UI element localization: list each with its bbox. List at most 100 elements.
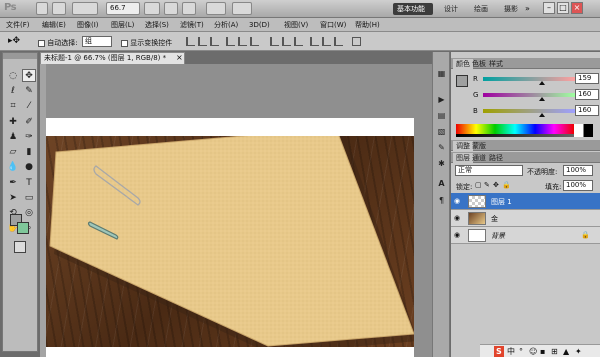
menu-file[interactable]: 文件(F) — [6, 20, 30, 30]
marquee-tool-icon[interactable]: ◌ — [6, 69, 20, 82]
arrange-documents-button[interactable] — [206, 2, 226, 15]
auto-select-check-icon[interactable] — [38, 39, 45, 47]
quick-select-tool-icon[interactable]: ✎ — [22, 84, 36, 97]
blue-track[interactable] — [483, 109, 575, 113]
align-vcenter-icon[interactable] — [198, 37, 207, 46]
character-panel-icon[interactable]: A — [436, 178, 447, 189]
minibridge-button[interactable] — [52, 2, 66, 15]
healing-brush-tool-icon[interactable]: ✚ — [6, 115, 20, 128]
ime-mode-icon[interactable]: 中 — [507, 346, 515, 357]
visibility-eye-icon[interactable]: ◉ — [454, 214, 462, 222]
punctuation-icon[interactable]: ° — [519, 346, 523, 357]
menu-layer[interactable]: 图层(L) — [111, 20, 134, 30]
rotate-view-button[interactable] — [182, 2, 196, 15]
distribute-bottom-icon[interactable] — [294, 37, 303, 46]
tray-up-icon[interactable]: ▲ — [563, 346, 569, 357]
menu-select[interactable]: 选择(S) — [145, 20, 169, 30]
auto-select-target-select[interactable]: 组 — [82, 36, 112, 47]
paragraph-panel-icon[interactable]: ¶ — [436, 195, 447, 206]
tab-styles[interactable]: 样式 — [486, 59, 506, 69]
brush-tool-icon[interactable]: ✐ — [22, 115, 36, 128]
pen-tool-icon[interactable]: ✒ — [6, 176, 20, 189]
maximize-button[interactable]: □ — [557, 2, 569, 14]
workspace-design[interactable]: 设计 — [440, 3, 462, 15]
align-bottom-icon[interactable] — [210, 37, 219, 46]
distribute-right-icon[interactable] — [334, 37, 343, 46]
quick-mask-icon[interactable] — [14, 241, 26, 253]
eyedropper-tool-icon[interactable]: ⁄ — [22, 99, 36, 112]
visibility-eye-icon[interactable]: ◉ — [454, 197, 462, 205]
align-hcenter-icon[interactable] — [238, 37, 247, 46]
gradient-tool-icon[interactable]: ▮ — [22, 145, 36, 158]
brushes-panel-icon[interactable]: ✎ — [436, 142, 447, 153]
red-value-field[interactable]: 159 — [575, 73, 599, 84]
distribute-hcenter-icon[interactable] — [322, 37, 331, 46]
show-transform-check-icon[interactable] — [121, 39, 128, 47]
visibility-eye-icon[interactable]: ◉ — [454, 231, 462, 239]
fill-field[interactable]: 100% — [563, 180, 593, 191]
red-knob[interactable] — [539, 81, 545, 85]
red-track[interactable] — [483, 77, 575, 81]
shape-tool-icon[interactable]: ▭ — [22, 191, 36, 204]
move-tool-icon[interactable]: ✥ — [22, 69, 36, 82]
layer-row[interactable]: ◉ 金 — [451, 210, 600, 227]
workspace-more-icon[interactable]: » — [525, 4, 530, 13]
layer-name[interactable]: 图层 1 — [491, 197, 512, 207]
opacity-field[interactable]: 100% — [563, 165, 593, 176]
lasso-tool-icon[interactable]: ℓ — [6, 84, 20, 97]
green-track[interactable] — [483, 93, 575, 97]
view-extras-button[interactable] — [72, 2, 98, 15]
lock-transparency-icon[interactable]: ▢ — [475, 181, 482, 189]
zoom-level-select[interactable]: 66.7 — [106, 2, 140, 15]
black-white-ramp[interactable] — [574, 124, 593, 137]
menu-3d[interactable]: 3D(D) — [249, 20, 270, 30]
lock-all-icon[interactable]: 🔒 — [502, 181, 511, 189]
distribute-top-icon[interactable] — [270, 37, 279, 46]
color-spectrum-shade[interactable] — [456, 134, 574, 137]
grid-icon[interactable]: ⊞ — [551, 346, 558, 357]
background-color-swatch[interactable] — [17, 222, 29, 234]
align-top-icon[interactable] — [186, 37, 195, 46]
menu-help[interactable]: 帮助(H) — [355, 20, 380, 30]
dodge-tool-icon[interactable]: ● — [22, 160, 36, 173]
tray-settings-icon[interactable]: ✦ — [575, 346, 582, 357]
blend-mode-select[interactable]: 正常 — [455, 165, 523, 176]
tab-masks[interactable]: 蒙版 — [469, 141, 489, 151]
type-tool-icon[interactable]: T — [22, 176, 36, 189]
auto-select-checkbox[interactable]: 自动选择: — [38, 38, 78, 48]
layer-row[interactable]: ◉ 背景 🔒 — [451, 227, 600, 244]
document-close-icon[interactable]: × — [176, 53, 183, 62]
menu-image[interactable]: 图像(I) — [77, 20, 99, 30]
green-value-field[interactable]: 160 — [575, 89, 599, 100]
layer-row[interactable]: ◉ 图层 1 — [451, 193, 600, 210]
document-tab[interactable]: 未标题-1 @ 66.7% (图层 1, RGB/8) * — [40, 52, 185, 64]
eraser-tool-icon[interactable]: ▱ — [6, 145, 20, 158]
blue-knob[interactable] — [539, 113, 545, 117]
history-brush-tool-icon[interactable]: ✑ — [22, 130, 36, 143]
minimize-button[interactable]: – — [543, 2, 555, 14]
menu-edit[interactable]: 编辑(E) — [42, 20, 66, 30]
workspace-essentials[interactable]: 基本功能 — [393, 3, 433, 15]
bridge-button[interactable] — [36, 2, 48, 15]
show-transform-controls-checkbox[interactable]: 显示变换控件 — [121, 38, 172, 48]
actions-panel-icon[interactable]: ▶ — [436, 94, 447, 105]
align-left-icon[interactable] — [226, 37, 235, 46]
3d-orbit-tool-icon[interactable]: ◎ — [22, 206, 36, 219]
layer-name[interactable]: 背景 — [491, 231, 505, 241]
distribute-vcenter-icon[interactable] — [282, 37, 291, 46]
layer-name[interactable]: 金 — [491, 214, 498, 224]
distribute-left-icon[interactable] — [310, 37, 319, 46]
lock-position-icon[interactable]: ✥ — [493, 181, 499, 189]
menu-analysis[interactable]: 分析(A) — [214, 20, 238, 30]
emoji-icon[interactable]: ☺ — [529, 346, 537, 357]
zoom-tool-button[interactable] — [164, 2, 178, 15]
menu-view[interactable]: 视图(V) — [284, 20, 308, 30]
green-knob[interactable] — [539, 97, 545, 101]
clone-source-panel-icon[interactable]: ✱ — [436, 158, 447, 169]
workspace-painting[interactable]: 绘画 — [470, 3, 492, 15]
tab-paths[interactable]: 路径 — [486, 153, 506, 163]
path-select-tool-icon[interactable]: ➤ — [6, 191, 20, 204]
history-panel-icon[interactable]: ▦ — [436, 68, 447, 79]
blur-tool-icon[interactable]: 💧 — [6, 160, 20, 173]
workspace-photography[interactable]: 摄影 — [500, 3, 522, 15]
